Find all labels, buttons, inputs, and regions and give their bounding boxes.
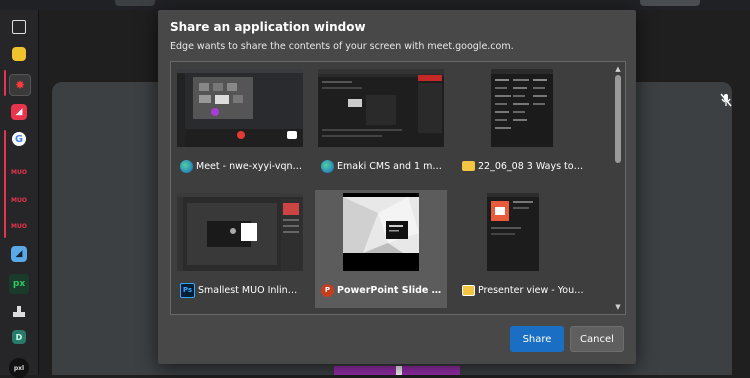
google-icon[interactable]: G bbox=[12, 132, 26, 146]
photoshop-icon: Ps bbox=[180, 282, 195, 298]
window-thumbnail bbox=[318, 69, 444, 147]
blue-triangle-icon[interactable]: ◢ bbox=[11, 246, 27, 262]
share-button[interactable]: Share bbox=[510, 326, 564, 352]
pixlr-icon[interactable]: pxl bbox=[9, 358, 29, 378]
window-thumbnail bbox=[459, 193, 585, 271]
dialog-subtitle: Edge wants to share the contents of your… bbox=[170, 41, 514, 52]
window-thumbnail bbox=[318, 193, 444, 271]
scroll-up-icon[interactable]: ▲ bbox=[614, 65, 622, 73]
presentation-bar bbox=[334, 366, 460, 375]
window-title: PowerPoint Slide Sho... bbox=[337, 284, 443, 296]
window-title: Meet - nwe-xyyi-vqn an... bbox=[196, 160, 302, 172]
window-title: Smallest MUO Inline Im... bbox=[198, 284, 302, 296]
presentation-bar-notch bbox=[396, 366, 402, 375]
window-title: 22_06_08 3 Ways to See... bbox=[478, 160, 584, 172]
window-tile-presenter-view[interactable]: Presenter view - Your bi... bbox=[456, 190, 588, 308]
window-title: Emaki CMS and 1 more... bbox=[337, 160, 443, 172]
tab-pill[interactable] bbox=[115, 0, 155, 6]
active-marker bbox=[4, 70, 6, 96]
window-title: Presenter view - Your bi... bbox=[478, 284, 584, 296]
mic-off-icon[interactable] bbox=[718, 92, 734, 108]
share-window-dialog: Share an application window Edge wants t… bbox=[158, 10, 636, 364]
folder-icon bbox=[462, 161, 475, 171]
scroll-thumb[interactable] bbox=[615, 75, 621, 163]
window-tile-folder[interactable]: 22_06_08 3 Ways to See... bbox=[456, 66, 588, 184]
window-tile-meet[interactable]: Meet - nwe-xyyi-vqn an... bbox=[174, 66, 306, 184]
cancel-button[interactable]: Cancel bbox=[570, 326, 624, 352]
window-thumbnail bbox=[459, 69, 585, 147]
dialog-title: Share an application window bbox=[170, 20, 366, 34]
window-tile-powerpoint[interactable]: P PowerPoint Slide Sho... bbox=[315, 190, 447, 308]
edge-icon bbox=[321, 159, 334, 173]
pixabay-icon[interactable]: px bbox=[9, 274, 29, 294]
edge-icon bbox=[180, 159, 193, 173]
group-marker bbox=[4, 130, 6, 238]
powerpoint-presenter-icon bbox=[462, 284, 475, 296]
d-app-icon[interactable]: D bbox=[12, 330, 26, 344]
powerpoint-icon: P bbox=[321, 283, 334, 297]
red-app-icon[interactable]: ✸ bbox=[9, 74, 31, 96]
scroll-down-icon[interactable]: ▼ bbox=[614, 303, 622, 311]
window-gallery: Meet - nwe-xyyi-vqn an... bbox=[170, 61, 626, 315]
tab-pill[interactable] bbox=[640, 0, 700, 6]
browser-sidebar: ✸ ◢ G MUO MUO MUO ◢ px D pxl bbox=[0, 10, 39, 378]
gallery-scrollbar[interactable]: ▲ ▼ bbox=[612, 63, 624, 313]
muo-icon-1[interactable]: MUO bbox=[9, 162, 29, 182]
window-tile-emaki-cms[interactable]: Emaki CMS and 1 more... bbox=[315, 66, 447, 184]
window-thumbnail bbox=[177, 69, 303, 147]
upload-icon[interactable] bbox=[9, 301, 29, 321]
muo-icon-3[interactable]: MUO bbox=[9, 216, 29, 236]
window-thumbnail bbox=[177, 193, 303, 271]
notes-icon[interactable] bbox=[12, 47, 26, 61]
browser-top-strip bbox=[0, 0, 750, 10]
window-tile-photoshop[interactable]: Ps Smallest MUO Inline Im... bbox=[174, 190, 306, 308]
muo-icon-2[interactable]: MUO bbox=[9, 190, 29, 210]
window-icon[interactable] bbox=[12, 20, 26, 34]
red-triangle-icon[interactable]: ◢ bbox=[11, 104, 27, 120]
